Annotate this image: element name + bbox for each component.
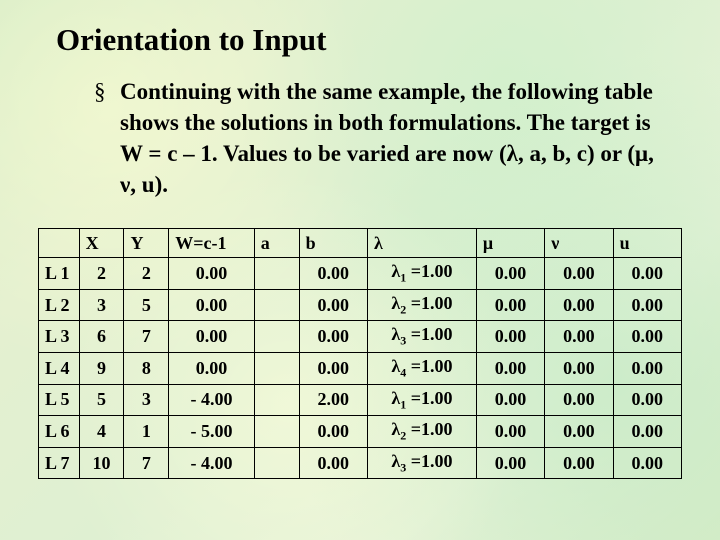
cell-nu: 0.00	[545, 384, 613, 416]
table-row: L 4980.000.00λ4 =1.000.000.000.00	[39, 352, 682, 384]
cell-lambda: λ2 =1.00	[367, 416, 476, 448]
cell-lambda: λ2 =1.00	[367, 289, 476, 321]
bullet-icon: §	[94, 76, 120, 107]
cell-y: 7	[124, 447, 169, 479]
cell-x: 6	[79, 321, 124, 353]
row-label: L 3	[39, 321, 80, 353]
col-x: X	[79, 229, 124, 258]
col-a: a	[254, 229, 299, 258]
cell-w: - 4.00	[169, 384, 254, 416]
cell-b: 0.00	[299, 416, 367, 448]
table-row: L 1220.000.00λ1 =1.000.000.000.00	[39, 258, 682, 290]
row-label: L 7	[39, 447, 80, 479]
table-row: L 553- 4.002.00λ1 =1.000.000.000.00	[39, 384, 682, 416]
table-row: L 7107- 4.000.00λ3 =1.000.000.000.00	[39, 447, 682, 479]
cell-w: - 4.00	[169, 447, 254, 479]
slide-title: Orientation to Input	[56, 22, 684, 58]
cell-mu: 0.00	[476, 289, 544, 321]
col-y: Y	[124, 229, 169, 258]
col-b: b	[299, 229, 367, 258]
row-label: L 1	[39, 258, 80, 290]
cell-w: - 5.00	[169, 416, 254, 448]
cell-mu: 0.00	[476, 258, 544, 290]
cell-u: 0.00	[613, 289, 681, 321]
cell-y: 3	[124, 384, 169, 416]
cell-y: 1	[124, 416, 169, 448]
cell-a	[254, 258, 299, 290]
cell-y: 2	[124, 258, 169, 290]
table-header-row: X Y W=c-1 a b λ μ ν u	[39, 229, 682, 258]
cell-w: 0.00	[169, 352, 254, 384]
cell-a	[254, 447, 299, 479]
cell-w: 0.00	[169, 258, 254, 290]
row-label: L 4	[39, 352, 80, 384]
cell-b: 2.00	[299, 384, 367, 416]
cell-w: 0.00	[169, 321, 254, 353]
cell-u: 0.00	[613, 352, 681, 384]
cell-u: 0.00	[613, 416, 681, 448]
cell-nu: 0.00	[545, 352, 613, 384]
cell-x: 5	[79, 384, 124, 416]
cell-nu: 0.00	[545, 416, 613, 448]
col-nu: ν	[545, 229, 613, 258]
col-lambda: λ	[367, 229, 476, 258]
cell-lambda: λ3 =1.00	[367, 447, 476, 479]
cell-x: 4	[79, 416, 124, 448]
cell-a	[254, 384, 299, 416]
cell-w: 0.00	[169, 289, 254, 321]
cell-lambda: λ3 =1.00	[367, 321, 476, 353]
cell-lambda: λ4 =1.00	[367, 352, 476, 384]
solutions-table: X Y W=c-1 a b λ μ ν u L 1220.000.00λ1 =1…	[38, 228, 682, 479]
table-row: L 3670.000.00λ3 =1.000.000.000.00	[39, 321, 682, 353]
cell-b: 0.00	[299, 258, 367, 290]
row-label: L 5	[39, 384, 80, 416]
cell-nu: 0.00	[545, 321, 613, 353]
cell-b: 0.00	[299, 447, 367, 479]
cell-a	[254, 289, 299, 321]
body-text: Continuing with the same example, the fo…	[120, 79, 654, 197]
cell-x: 2	[79, 258, 124, 290]
cell-a	[254, 416, 299, 448]
cell-nu: 0.00	[545, 447, 613, 479]
cell-nu: 0.00	[545, 258, 613, 290]
cell-a	[254, 352, 299, 384]
cell-b: 0.00	[299, 289, 367, 321]
cell-mu: 0.00	[476, 416, 544, 448]
cell-mu: 0.00	[476, 447, 544, 479]
cell-y: 7	[124, 321, 169, 353]
cell-x: 3	[79, 289, 124, 321]
cell-b: 0.00	[299, 321, 367, 353]
cell-u: 0.00	[613, 447, 681, 479]
cell-u: 0.00	[613, 384, 681, 416]
cell-lambda: λ1 =1.00	[367, 258, 476, 290]
cell-x: 9	[79, 352, 124, 384]
col-w: W=c-1	[169, 229, 254, 258]
cell-mu: 0.00	[476, 384, 544, 416]
cell-a	[254, 321, 299, 353]
table-row: L 2350.000.00λ2 =1.000.000.000.00	[39, 289, 682, 321]
cell-u: 0.00	[613, 258, 681, 290]
row-label: L 6	[39, 416, 80, 448]
cell-x: 10	[79, 447, 124, 479]
cell-u: 0.00	[613, 321, 681, 353]
cell-y: 8	[124, 352, 169, 384]
cell-mu: 0.00	[476, 321, 544, 353]
cell-nu: 0.00	[545, 289, 613, 321]
table-row: L 641- 5.000.00λ2 =1.000.000.000.00	[39, 416, 682, 448]
col-blank	[39, 229, 80, 258]
row-label: L 2	[39, 289, 80, 321]
col-u: u	[613, 229, 681, 258]
cell-b: 0.00	[299, 352, 367, 384]
cell-mu: 0.00	[476, 352, 544, 384]
cell-lambda: λ1 =1.00	[367, 384, 476, 416]
cell-y: 5	[124, 289, 169, 321]
col-mu: μ	[476, 229, 544, 258]
slide-body: §Continuing with the same example, the f…	[94, 76, 674, 200]
